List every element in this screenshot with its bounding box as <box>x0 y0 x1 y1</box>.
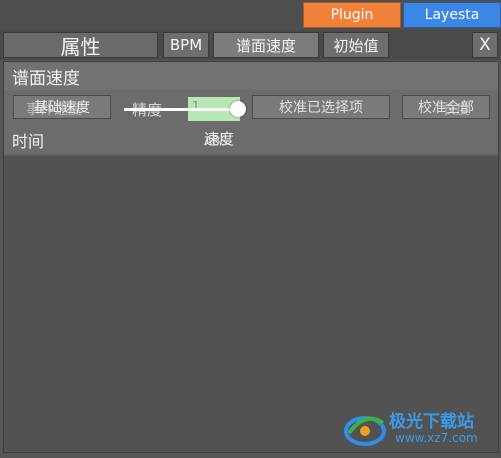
watermark-title: 极光下载站 <box>389 412 474 432</box>
length-overlap-label: 长度 <box>442 102 470 118</box>
calibrate-selected-button[interactable]: 校准已选择项 <box>252 95 390 119</box>
abs-label: ABS <box>204 134 228 148</box>
calibrate-selected-label: 校准已选择项 <box>279 100 363 116</box>
tab-initial-value[interactable]: 初始值 <box>323 32 389 58</box>
tab-bar: 属性 BPM 谱面速度 初始值 X <box>0 30 501 60</box>
precision-slider-track[interactable] <box>124 108 242 111</box>
time-label: 时间 <box>12 132 45 151</box>
properties-title: 属性 <box>3 32 158 59</box>
watermark-logo: 极光下载站 www.xz7.com <box>343 405 493 451</box>
close-button[interactable]: X <box>472 32 498 58</box>
plugin-button[interactable]: Plugin <box>303 2 401 28</box>
layesta-button[interactable]: Layesta <box>403 2 501 28</box>
panel-divider <box>4 154 498 156</box>
panel-header: 谱面速度 <box>4 62 498 90</box>
speed-controls: 基础速度 事件速度 时间 精度 1 速度 ABS 校准已选择项 校准全部 长度 <box>4 90 498 154</box>
chart-speed-panel: 谱面速度 基础速度 事件速度 时间 精度 1 速度 ABS 校准已选择项 校准全… <box>3 61 499 453</box>
tab-chart-speed[interactable]: 谱面速度 <box>213 32 319 58</box>
tab-bpm[interactable]: BPM <box>163 32 209 58</box>
watermark-url: www.xz7.com <box>395 431 478 445</box>
event-speed-overlap-label: 事件速度 <box>26 102 82 118</box>
precision-slider-handle[interactable] <box>230 101 246 117</box>
top-bar: Plugin Layesta <box>0 0 501 30</box>
